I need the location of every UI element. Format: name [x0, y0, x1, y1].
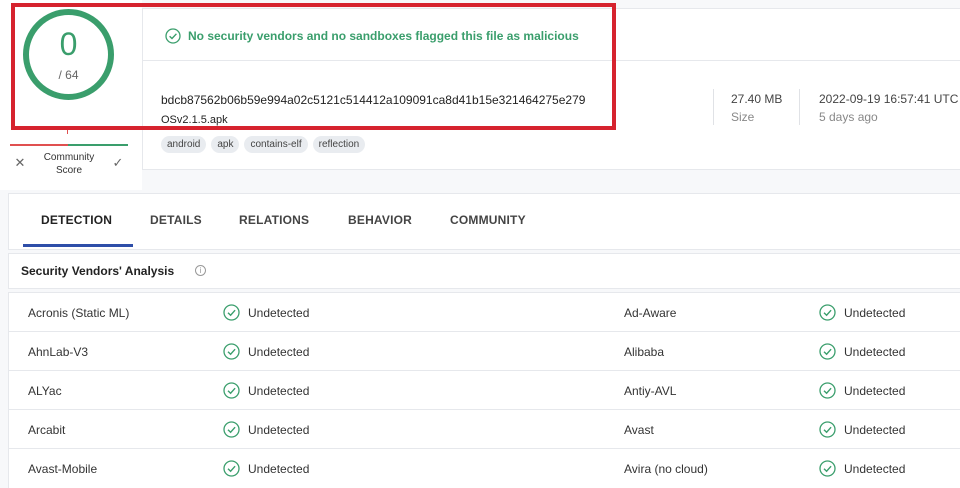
- vendor-status: Undetected: [248, 423, 310, 437]
- vendor-status: Undetected: [844, 306, 906, 320]
- vendor-status: Undetected: [248, 462, 310, 476]
- tag[interactable]: reflection: [312, 136, 366, 153]
- table-row: Acronis (Static ML) Undetected Ad-Aware Und…: [9, 293, 960, 332]
- tab-community[interactable]: COMMUNITY: [450, 213, 526, 227]
- tab-behavior[interactable]: BEHAVIOR: [348, 213, 412, 227]
- file-size: 27.40 MB: [731, 92, 783, 106]
- status-banner: No security vendors and no sandboxes fla…: [143, 9, 960, 61]
- vendor-status: Undetected: [248, 384, 310, 398]
- file-hash[interactable]: bdcb87562b06b59e994a02c5121c514412a10909…: [161, 93, 585, 107]
- tag-list: android apk contains-elf reflection: [161, 136, 366, 153]
- check-circle-icon: [819, 343, 836, 360]
- vendor-name: Avast: [624, 423, 654, 437]
- vendor-status: Undetected: [844, 423, 906, 437]
- check-circle-icon: [223, 304, 240, 321]
- section-title: Security Vendors' Analysis: [21, 264, 175, 278]
- vendor-table: Acronis (Static ML) Undetected Ad-Aware Und…: [8, 292, 960, 488]
- vendor-name: Alibaba: [624, 345, 665, 359]
- table-row: ALYac Undetected Antiy-AVL Undetected: [9, 371, 960, 410]
- section-header: Security Vendors' Analysis i: [8, 253, 960, 289]
- detection-count: 0: [59, 26, 78, 62]
- info-icon[interactable]: i: [195, 265, 206, 276]
- vendor-status: Undetected: [844, 384, 906, 398]
- vendor-status: Undetected: [248, 306, 310, 320]
- tab-relations[interactable]: RELATIONS: [239, 213, 309, 227]
- check-circle-icon: [819, 304, 836, 321]
- community-bar-negative: [10, 144, 68, 146]
- file-name: OSv2.1.5.apk: [161, 114, 228, 126]
- divider: [713, 89, 714, 125]
- check-circle-icon: [223, 343, 240, 360]
- vendor-status: Undetected: [248, 345, 310, 359]
- score-panel: 0 / 64 ✕ Community Score ✓: [0, 0, 142, 190]
- status-message: No security vendors and no sandboxes fla…: [188, 29, 579, 43]
- tag[interactable]: contains-elf: [244, 136, 308, 153]
- engine-total: / 64: [58, 68, 79, 82]
- close-icon[interactable]: ✕: [12, 155, 28, 171]
- vendor-status: Undetected: [844, 462, 906, 476]
- analysis-date-relative: 5 days ago: [819, 110, 878, 124]
- file-size-label: Size: [731, 110, 755, 124]
- community-score-label: Community Score: [43, 152, 95, 176]
- tab-detection[interactable]: DETECTION: [41, 213, 112, 227]
- check-circle-icon: [819, 460, 836, 477]
- active-tab-indicator: [23, 244, 133, 247]
- vendor-name: AhnLab-V3: [28, 345, 89, 359]
- check-icon[interactable]: ✓: [110, 155, 126, 171]
- community-score-marker: [67, 128, 68, 134]
- check-circle-icon: [819, 421, 836, 438]
- check-circle-icon: [223, 460, 240, 477]
- tab-bar: DETECTION DETAILS RELATIONS BEHAVIOR COM…: [8, 193, 960, 250]
- divider: [799, 89, 800, 125]
- check-circle-icon: [223, 382, 240, 399]
- tag[interactable]: android: [161, 136, 207, 153]
- table-row: Avast-Mobile Undetected Avira (no cloud) Un…: [9, 449, 960, 488]
- vendor-name: Antiy-AVL: [624, 384, 677, 398]
- tab-details[interactable]: DETAILS: [150, 213, 202, 227]
- vendor-name: Acronis (Static ML): [28, 306, 130, 320]
- table-row: Arcabit Undetected Avast Undetected: [9, 410, 960, 449]
- analysis-date: 2022-09-19 16:57:41 UTC: [819, 92, 959, 106]
- check-circle-icon: [819, 382, 836, 399]
- vendor-name: Avast-Mobile: [28, 462, 98, 476]
- community-bar-positive: [68, 144, 128, 146]
- vendor-status: Undetected: [844, 345, 906, 359]
- vendor-name: ALYac: [28, 384, 62, 398]
- vendor-name: Avira (no cloud): [624, 462, 708, 476]
- tag[interactable]: apk: [211, 136, 240, 153]
- check-circle-icon: [223, 421, 240, 438]
- file-summary-card: No security vendors and no sandboxes fla…: [142, 8, 960, 170]
- vendor-name: Arcabit: [28, 423, 66, 437]
- check-circle-icon: [165, 28, 181, 44]
- table-row: AhnLab-V3 Undetected Alibaba Undetected: [9, 332, 960, 371]
- detection-score-gauge: 0 / 64: [23, 9, 114, 100]
- vendor-name: Ad-Aware: [624, 306, 677, 320]
